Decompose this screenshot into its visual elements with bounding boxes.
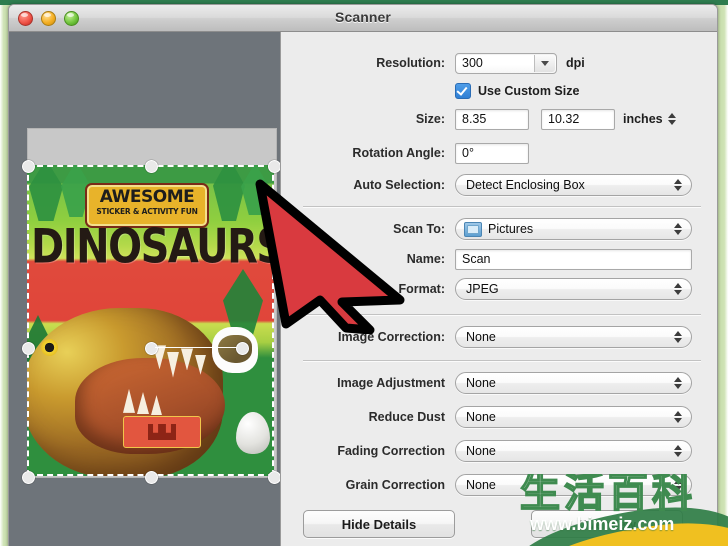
up-down-chevron-icon[interactable] [674,179,682,191]
format-popup[interactable]: JPEG [455,278,692,300]
selection-handle-middle-left[interactable] [22,342,35,355]
name-label: Name: [406,252,445,266]
row-size: Size: 8.35 10.32 inches [281,104,717,134]
row-scan-to: Scan To: Pictures [281,214,717,244]
row-custom-size: Use Custom Size [281,78,717,104]
row-image-adjustment: Image Adjustment None [281,368,717,398]
rotation-angle-input[interactable]: 0° [455,142,529,164]
name-input[interactable]: Scan [455,248,692,270]
folder-icon [464,221,482,237]
up-down-chevron-icon[interactable] [674,331,682,343]
fading-correction-label: Fading Correction [337,444,445,458]
name-value: Scan [462,252,491,266]
image-correction-popup[interactable]: None [455,326,692,348]
selection-marquee[interactable] [27,165,274,476]
format-label: Format: [398,282,445,296]
size-unit-stepper[interactable] [667,113,676,125]
size-label: Size: [415,112,445,126]
resolution-combobox[interactable]: 300 [455,52,557,74]
row-grain-correction: Grain Correction None [281,470,717,500]
size-width-input[interactable]: 8.35 [455,108,529,130]
screenshot-root: Scanner Resolution: 300 dpi Use Custom S… [0,0,728,546]
up-down-chevron-icon[interactable] [674,377,682,389]
selection-handle-top-center[interactable] [145,160,158,173]
fading-correction-popup[interactable]: None [455,440,692,462]
image-adjustment-label: Image Adjustment [337,376,445,390]
rotation-angle-value: 0° [462,146,474,160]
size-height-input[interactable]: 10.32 [541,108,615,130]
up-down-chevron-icon[interactable] [674,223,682,235]
section-divider [303,360,701,362]
row-auto-selection: Auto Selection: Detect Enclosing Box [281,170,717,200]
format-value: JPEG [466,282,499,296]
up-down-chevron-icon[interactable] [674,283,682,295]
grain-correction-popup[interactable]: None [455,474,692,496]
size-width-value: 8.35 [462,112,487,126]
up-down-chevron-icon[interactable] [674,411,682,423]
auto-selection-label: Auto Selection: [353,178,445,192]
auto-selection-value: Detect Enclosing Box [466,178,585,192]
selection-handle-bottom-right[interactable] [268,471,280,484]
hide-details-button[interactable]: Hide Details [303,510,455,538]
resolution-label: Resolution: [376,56,445,70]
scan-preview-pane[interactable]: AWESOME STICKER & ACTIVITY FUN DINOSAURS [9,32,281,546]
row-reduce-dust: Reduce Dust None [281,402,717,432]
rotation-angle-label: Rotation Angle: [352,146,445,160]
reduce-dust-popup[interactable]: None [455,406,692,428]
selection-guide-line [155,347,237,348]
selection-handle-top-right[interactable] [268,160,280,173]
section-divider [303,206,701,208]
row-name: Name: Scan [281,244,717,274]
selection-handle-top-left[interactable] [22,160,35,173]
image-adjustment-value: None [466,376,496,390]
row-rotation-angle: Rotation Angle: 0° [281,138,717,168]
up-down-chevron-icon[interactable] [674,479,682,491]
size-unit-label: inches [623,112,663,126]
reduce-dust-value: None [466,410,496,424]
use-custom-size-label: Use Custom Size [478,84,580,98]
chevron-down-icon[interactable] [534,54,555,72]
up-down-chevron-icon[interactable] [674,445,682,457]
scan-settings-pane: Resolution: 300 dpi Use Custom Size Size… [281,32,717,546]
selection-handle-bottom-center[interactable] [145,471,158,484]
selection-handle-bottom-left[interactable] [22,471,35,484]
resolution-unit-label: dpi [566,56,585,70]
reduce-dust-label: Reduce Dust [368,410,445,424]
section-divider [303,314,701,316]
settings-rows: Resolution: 300 dpi Use Custom Size Size… [281,32,717,500]
scanner-window: Scanner Resolution: 300 dpi Use Custom S… [8,4,718,546]
image-correction-label: Image Correction: [338,330,445,344]
row-fading-correction: Fading Correction None [281,436,717,466]
fading-correction-value: None [466,444,496,458]
window-body: AWESOME STICKER & ACTIVITY FUN DINOSAURS [9,32,717,546]
image-correction-value: None [466,330,496,344]
scan-to-popup[interactable]: Pictures [455,218,692,240]
selection-handle-middle-right[interactable] [236,342,249,355]
window-titlebar[interactable]: Scanner [9,5,717,32]
auto-selection-popup[interactable]: Detect Enclosing Box [455,174,692,196]
scan-to-value: Pictures [488,222,534,236]
image-adjustment-popup[interactable]: None [455,372,692,394]
window-bottom-bar: Hide Details Overview [281,501,717,546]
grain-correction-value: None [466,478,496,492]
use-custom-size-checkbox[interactable] [455,83,471,99]
row-format: Format: JPEG [281,274,717,304]
row-resolution: Resolution: 300 dpi [281,48,717,78]
window-title: Scanner [335,9,391,25]
resolution-value: 300 [462,56,483,70]
grain-correction-label: Grain Correction [345,478,445,492]
scan-to-label: Scan To: [393,222,445,236]
row-image-correction: Image Correction: None [281,322,717,352]
overview-button[interactable]: Overview [531,510,683,538]
size-height-value: 10.32 [548,112,580,126]
selection-handle-middle-center[interactable] [145,342,158,355]
